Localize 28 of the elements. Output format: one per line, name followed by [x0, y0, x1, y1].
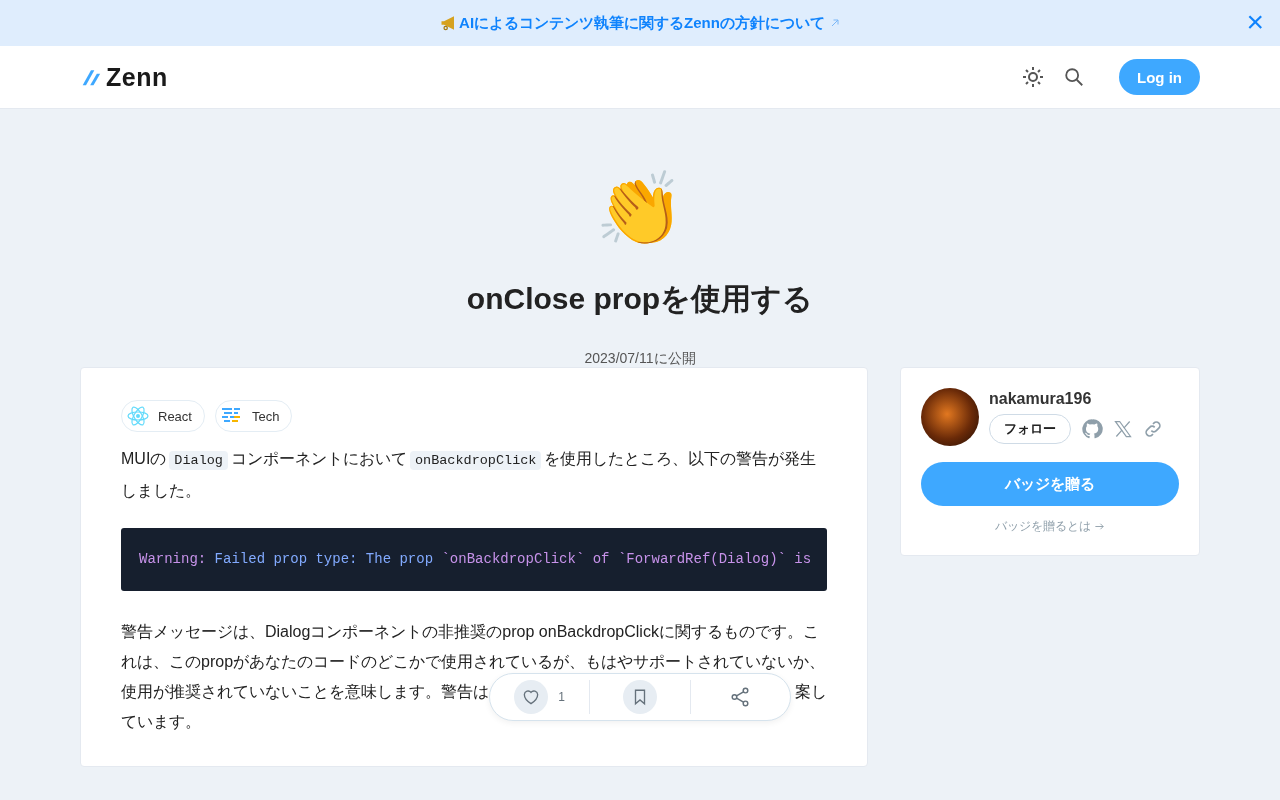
- topic-tag[interactable]: Tech: [214, 400, 293, 432]
- github-icon[interactable]: [1081, 418, 1103, 440]
- paragraph-fragment: 案し: [795, 682, 827, 702]
- paragraph-line: れは、このpropがあなたのコードのどこかで使用されているが、もはやサポートされていないか、: [121, 652, 826, 672]
- share-icon[interactable]: [729, 686, 752, 708]
- logo-icon: [80, 67, 102, 87]
- article-emoji: 👏: [595, 169, 685, 249]
- publish-date: 2023/07/11に公開: [584, 350, 696, 368]
- article-title: onClose propを使用する: [466, 281, 814, 317]
- topic-tag[interactable]: React: [121, 400, 205, 432]
- author-name[interactable]: nakamura196: [989, 390, 1163, 408]
- sun-icon[interactable]: [1021, 65, 1045, 89]
- avatar-photo[interactable]: [921, 388, 979, 446]
- bookmark-button[interactable]: [623, 680, 657, 714]
- like-count: 1: [558, 690, 565, 704]
- logo-text[interactable]: Zenn: [106, 62, 168, 92]
- arrow-right-icon: [1094, 521, 1105, 532]
- atom-icon: [126, 404, 150, 428]
- search-icon[interactable]: [1063, 66, 1085, 88]
- link-icon[interactable]: [1143, 419, 1163, 439]
- paragraph: MUIの Dialog コンポーネントにおいて onBackdropClick を使用したところ、以下の警告が発生しました。: [121, 449, 818, 501]
- paragraph-line: ています。: [121, 712, 201, 732]
- x-icon[interactable]: [1113, 419, 1133, 439]
- follow-button[interactable]: フォロー: [989, 414, 1071, 444]
- paragraph-line: 警告メッセージは、Dialogコンポーネントの非推奨のprop onBackdropClickに関するものです。こ: [121, 622, 819, 642]
- paragraph-line: 使用が推奨されていないことを意味します。警告は: [121, 682, 489, 702]
- like-button[interactable]: [514, 680, 549, 714]
- code-block: Warning: Failed prop type: The prop `onBackdropClick` of `ForwardRef(Dialog)` is: [121, 528, 827, 591]
